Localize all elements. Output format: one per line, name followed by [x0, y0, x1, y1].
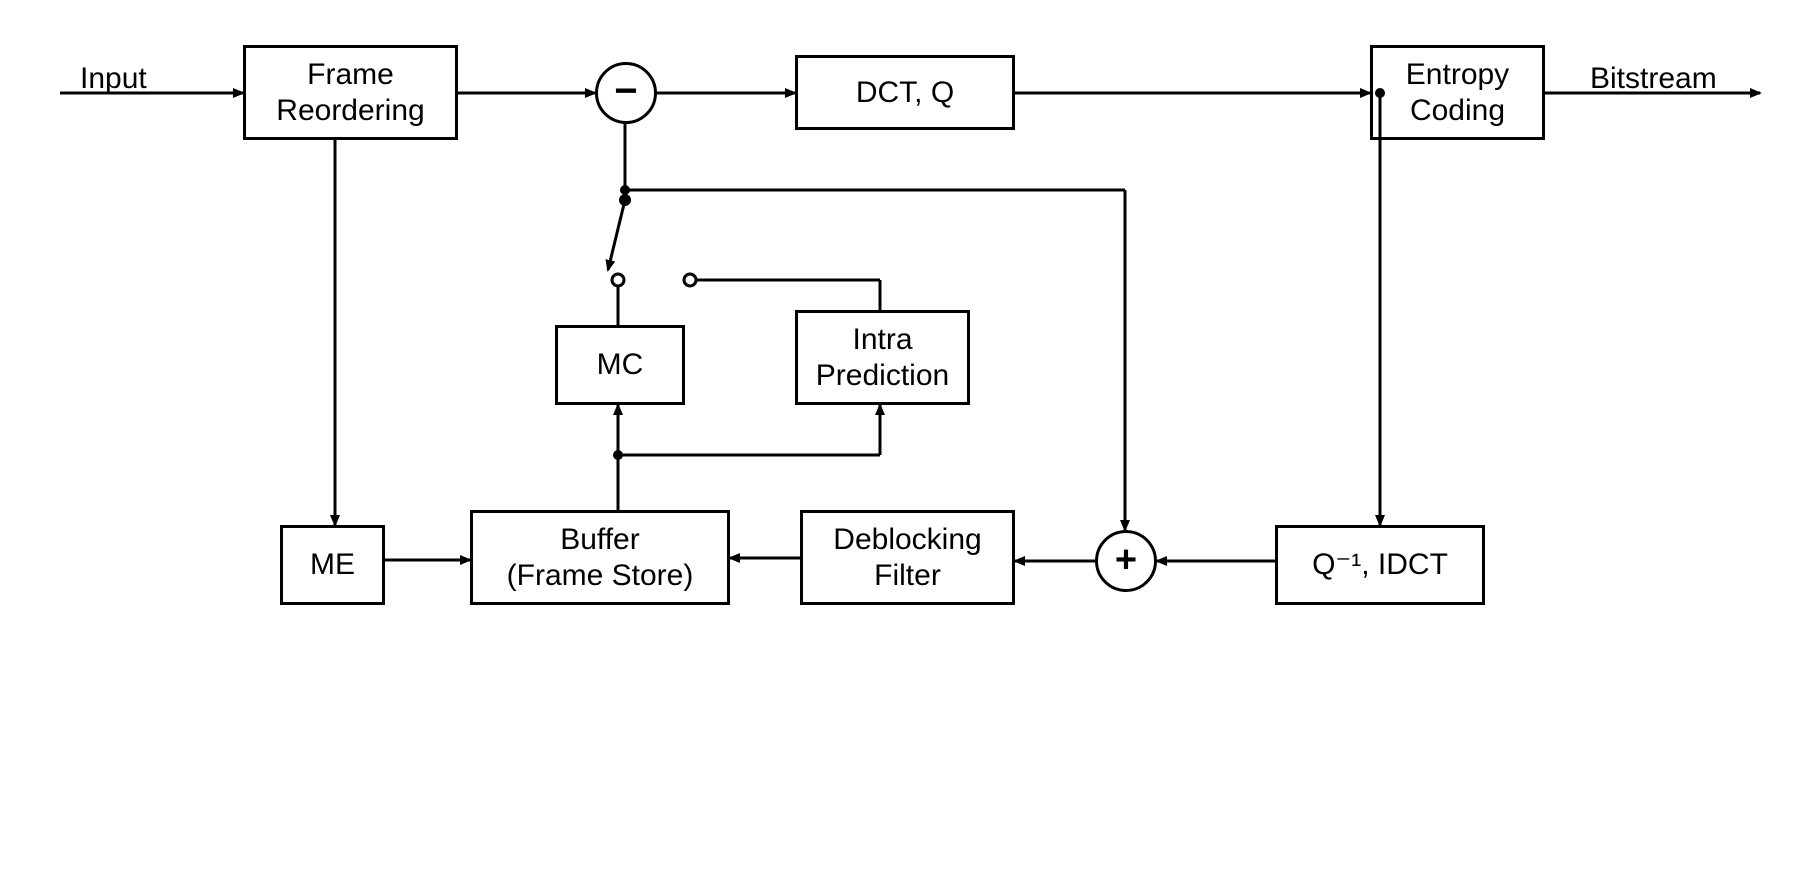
frame-reordering-text: Frame Reordering [276, 57, 424, 129]
iq-idct-text: Q⁻¹, IDCT [1312, 547, 1448, 583]
adder-node: + [1095, 530, 1157, 592]
mc-block: MC [555, 325, 685, 405]
minus-symbol: − [614, 69, 637, 114]
intra-prediction-text: Intra Prediction [816, 322, 949, 394]
dct-q-block: DCT, Q [795, 55, 1015, 130]
bitstream-label: Bitstream [1590, 62, 1717, 96]
me-block: ME [280, 525, 385, 605]
intra-prediction-block: Intra Prediction [795, 310, 970, 405]
input-label: Input [80, 62, 147, 96]
deblocking-filter-block: Deblocking Filter [800, 510, 1015, 605]
frame-reordering-block: Frame Reordering [243, 45, 458, 140]
deblocking-text: Deblocking Filter [833, 522, 981, 594]
plus-symbol: + [1115, 539, 1137, 582]
iq-idct-block: Q⁻¹, IDCT [1275, 525, 1485, 605]
entropy-coding-block: Entropy Coding [1370, 45, 1545, 140]
subtractor-node: − [595, 62, 657, 124]
me-text: ME [310, 547, 355, 583]
entropy-coding-text: Entropy Coding [1406, 57, 1509, 129]
mc-text: MC [597, 347, 644, 383]
buffer-block: Buffer (Frame Store) [470, 510, 730, 605]
buffer-text: Buffer (Frame Store) [507, 522, 694, 594]
encoder-block-diagram: Input Bitstream Frame Reordering − DCT, … [0, 0, 1814, 873]
dct-q-text: DCT, Q [856, 75, 954, 111]
